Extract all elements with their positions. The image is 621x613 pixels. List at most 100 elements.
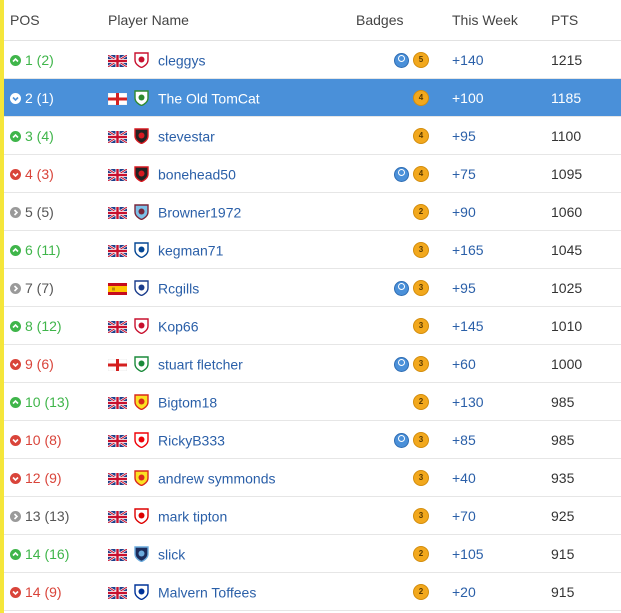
table-row[interactable]: 14 (9) Malvern Toffees 2 +20 915 [4,572,621,611]
badges-cell: 4 [343,78,443,117]
pts-value: 1215 [551,51,583,68]
table-row[interactable]: 8 (12) Kop66 3 +145 1010 [4,306,621,345]
position-text: 14 (16) [25,545,70,562]
badge-level-icon[interactable]: 3 [413,242,429,259]
badges-cell: 3 [343,344,443,383]
table-row[interactable]: 1 (2) cleggys 5 +140 1215 [4,40,621,79]
player-name-link[interactable]: RickyB333 [158,432,225,448]
badge-star-icon[interactable] [394,166,409,182]
player-name-link[interactable]: bonehead50 [158,166,236,182]
trend-down-icon [10,358,21,370]
badge-star-icon[interactable] [394,432,409,448]
flag-uk-icon [107,167,128,182]
player-name-link[interactable]: Browner1972 [158,204,241,220]
this-week-value: +130 [452,393,484,410]
table-row[interactable]: 3 (4) stevestar 4 +95 1100 [4,116,621,155]
badge-level-icon[interactable]: 2 [413,394,429,411]
crest-liverpool-icon [133,317,150,335]
position-cell: 8 (12) [4,306,108,345]
this-week-cell: +85 [443,420,551,459]
badge-level-icon[interactable]: 3 [413,356,429,373]
player-name-link[interactable]: andrew symmonds [158,470,276,486]
table-row[interactable]: 13 (13) mark tipton 3 +70 925 [4,496,621,535]
this-week-value: +145 [452,317,484,334]
pts-value: 1025 [551,279,583,296]
table-row[interactable]: 10 (13) Bigtom18 2 +130 985 [4,382,621,421]
crest-arsenal-icon [133,431,150,449]
badge-level-icon[interactable]: 3 [413,470,429,487]
flag-uk-icon [107,395,128,410]
header-pos[interactable]: POS [4,0,108,41]
badge-star-icon[interactable] [394,280,409,296]
crest-forest-icon [133,507,150,525]
badges-cell: 2 [343,534,443,573]
flag-uk-icon [107,319,128,334]
crest-forest-green-icon [133,89,150,107]
table-row[interactable]: 7 (7) Rcgills 3 +95 1025 [4,268,621,307]
badge-level-icon[interactable]: 4 [413,90,429,107]
player-name-link[interactable]: kegman71 [158,242,223,258]
flag-uk-icon [107,547,128,562]
badge-level-icon[interactable]: 2 [413,204,429,221]
pts-cell: 985 [551,420,621,459]
player-cell: Kop66 [107,306,343,345]
player-cell: The Old TomCat [107,78,343,117]
pts-value: 1000 [551,355,583,372]
badges-cell: 4 [343,154,443,193]
table-row[interactable]: 12 (9) andrew symmonds 3 +40 935 [4,458,621,497]
trend-down-icon [10,434,21,446]
table-row[interactable]: 5 (5) Browner1972 2 +90 1060 [4,192,621,231]
player-name-link[interactable]: Kop66 [158,318,198,334]
this-week-cell: +100 [443,78,551,117]
table-row[interactable]: 9 (6) stuart fletcher 3 +60 1000 [4,344,621,383]
player-cell: andrew symmonds [107,458,343,497]
badge-level-icon[interactable]: 2 [413,584,429,601]
position-text: 6 (11) [25,241,61,258]
header-pts[interactable]: PTS [551,0,621,41]
player-name-link[interactable]: mark tipton [158,508,227,524]
position-text: 12 (9) [25,469,62,486]
badge-level-icon[interactable]: 3 [413,432,429,449]
badge-level-icon[interactable]: 5 [413,52,429,69]
player-name-link[interactable]: Bigtom18 [158,394,217,410]
player-name-link[interactable]: Rcgills [158,280,199,296]
player-cell: bonehead50 [107,154,343,193]
table-row[interactable]: 10 (8) RickyB333 3 +85 985 [4,420,621,459]
position-cell: 5 (5) [4,192,108,231]
table-row[interactable]: 2 (1) The Old TomCat 4 +100 1185 [4,78,621,117]
position-cell: 10 (13) [4,382,108,421]
badge-star-icon[interactable] [394,356,409,372]
player-name-link[interactable]: The Old TomCat [158,90,260,106]
player-name-link[interactable]: stuart fletcher [158,356,243,372]
this-week-value: +70 [452,507,476,524]
table-row[interactable]: 4 (3) bonehead50 4 +75 1095 [4,154,621,193]
header-this-week[interactable]: This Week [443,0,551,41]
header-badges[interactable]: Badges [343,0,443,41]
trend-up-icon [10,548,21,560]
badge-star-icon[interactable] [394,52,409,68]
pts-value: 915 [551,545,575,562]
position-text: 1 (2) [25,51,54,68]
badge-level-icon[interactable]: 2 [413,546,429,563]
this-week-cell: +40 [443,458,551,497]
player-name-link[interactable]: cleggys [158,52,205,68]
header-player[interactable]: Player Name [108,0,343,41]
table-row[interactable]: 14 (16) slick 2 +105 915 [4,534,621,573]
badge-level-icon[interactable]: 3 [413,508,429,525]
this-week-value: +75 [452,165,476,182]
badge-level-icon[interactable]: 4 [413,166,429,183]
player-cell: stuart fletcher [107,344,343,383]
trend-down-icon [10,472,21,484]
flag-england-icon [107,92,128,106]
badge-level-icon[interactable]: 4 [413,128,429,145]
player-name-link[interactable]: Malvern Toffees [158,584,256,600]
crest-everton-icon [133,583,150,601]
badge-level-icon[interactable]: 3 [413,280,429,297]
player-name-link[interactable]: slick [158,546,185,562]
this-week-cell: +105 [443,534,551,573]
badge-level-icon[interactable]: 3 [413,318,429,335]
trend-same-icon [10,510,21,522]
this-week-cell: +140 [443,40,551,79]
table-row[interactable]: 6 (11) kegman71 3 +165 1045 [4,230,621,269]
player-name-link[interactable]: stevestar [158,128,215,144]
